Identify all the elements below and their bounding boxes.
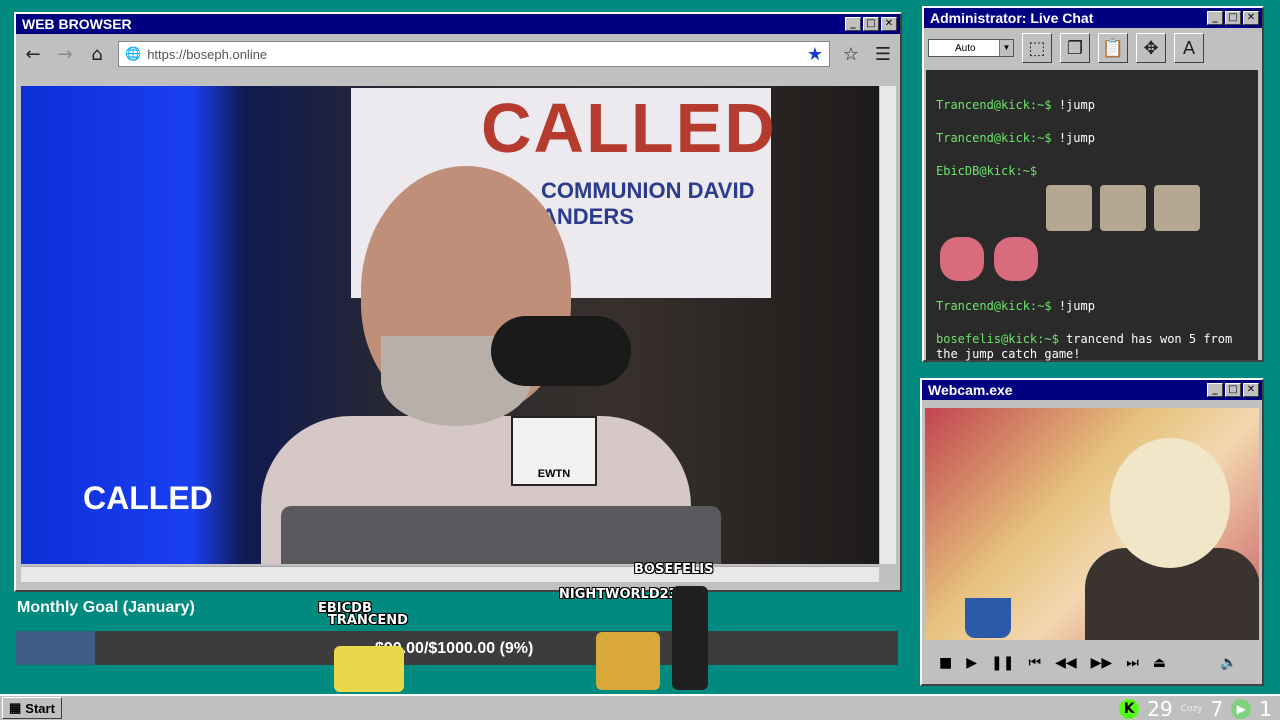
chat-user: EbicDB@kick:~$ [936, 164, 1038, 178]
kick-count: 29 [1147, 697, 1173, 720]
paste-icon[interactable]: 📋 [1098, 33, 1128, 63]
copy-icon[interactable]: ❐ [1060, 33, 1090, 63]
globe-icon: 🌐 [125, 46, 142, 61]
back-icon[interactable]: ← [22, 43, 44, 65]
system-tray: K 29 Cozy 7 ▶ 1 [1119, 696, 1272, 720]
favorite-icon[interactable]: ☆ [840, 43, 862, 65]
browser-window: WEB BROWSER _ □ ✕ ← → ⌂ 🌐 https://boseph… [14, 12, 902, 592]
taskbar: ▦ Start K 29 Cozy 7 ▶ 1 [0, 694, 1280, 720]
player-name: NIGHTWORLD23 [559, 587, 678, 602]
font-icon[interactable]: A [1174, 33, 1204, 63]
skip-forward-icon[interactable]: ⏭ [1126, 655, 1139, 671]
chat-titlebar[interactable]: Administrator: Live Chat _ □ ✕ [924, 8, 1262, 28]
called-logo-badge: CALLED [83, 480, 213, 516]
microphone [491, 316, 631, 386]
url-text: https://boseph.online [147, 46, 268, 62]
chat-message: Trancend@kick:~$ !jump [936, 299, 1248, 314]
windows-logo-icon: ▦ [9, 700, 22, 715]
chat-maximize-button[interactable]: □ [1225, 11, 1241, 25]
video-player[interactable]: CALLED COMMUNION DAVID ANDERS EWTN CALLE… [21, 86, 879, 564]
start-button[interactable]: ▦ Start [2, 697, 62, 719]
fast-forward-icon[interactable]: ▶▶ [1091, 655, 1113, 671]
browser-title: WEB BROWSER [22, 16, 132, 32]
chat-message: bosefelis@kick:~$ trancend has won 5 fro… [936, 332, 1248, 362]
play-icon[interactable]: ▶ [966, 655, 977, 671]
player-name: TRANCEND [328, 613, 408, 628]
chat-window: Administrator: Live Chat _ □ ✕ Auto ▼ ⬚ … [922, 6, 1264, 362]
chat-user: Trancend@kick:~$ [936, 131, 1052, 145]
media-controls: ■ ▶ ❚❚ ⏮ ◀◀ ▶▶ ⏭ ⏏ 🔈 [925, 646, 1259, 680]
cozy-label: Cozy [1180, 704, 1203, 714]
chevron-down-icon[interactable]: ▼ [999, 40, 1013, 56]
pause-icon[interactable]: ❚❚ [991, 655, 1014, 671]
cup [965, 598, 1011, 638]
webcam-feed [925, 408, 1259, 640]
emote-row [1046, 185, 1248, 231]
cozy-count: 7 [1210, 697, 1224, 720]
webcam-title: Webcam.exe [928, 382, 1013, 398]
chat-text: !jump [1058, 131, 1095, 145]
volume-icon[interactable]: 🔈 [1220, 655, 1237, 671]
presenter: EWTN [221, 156, 691, 564]
eject-icon[interactable]: ⏏ [1153, 655, 1166, 671]
browser-navbar: ← → ⌂ 🌐 https://boseph.online ★ ☆ ☰ [16, 34, 900, 74]
chat-message: Trancend@kick:~$ !jump [936, 131, 1248, 146]
rewind-icon[interactable]: ◀◀ [1055, 655, 1077, 671]
chat-message: Trancend@kick:~$ !jump [936, 98, 1248, 113]
other-count: 1 [1259, 697, 1272, 720]
close-button[interactable]: ✕ [881, 17, 897, 31]
webcam-minimize-button[interactable]: _ [1207, 383, 1223, 397]
chat-text: !jump [1058, 299, 1095, 313]
avatar-head [1110, 438, 1230, 568]
chat-title: Administrator: Live Chat [930, 10, 1094, 26]
skip-back-icon[interactable]: ⏮ [1028, 655, 1041, 671]
start-label: Start [25, 700, 55, 716]
stop-icon[interactable]: ■ [939, 655, 952, 671]
pepe-emote-icon [994, 237, 1038, 281]
minimize-button[interactable]: _ [845, 17, 861, 31]
select-icon[interactable]: ⬚ [1022, 33, 1052, 63]
webcam-window: Webcam.exe _ □ ✕ ■ ▶ ❚❚ ⏮ ◀◀ ▶▶ ⏭ ⏏ 🔈 [920, 378, 1264, 686]
chat-user: Trancend@kick:~$ [936, 98, 1052, 112]
animal-sprite-icon [596, 632, 660, 690]
auto-select[interactable]: Auto ▼ [928, 39, 1014, 57]
emote-row [940, 237, 1248, 281]
webcam-maximize-button[interactable]: □ [1225, 383, 1241, 397]
dog-emote-icon [1100, 185, 1146, 231]
dog-emote-icon [1046, 185, 1092, 231]
home-icon[interactable]: ⌂ [86, 43, 108, 65]
goal-title: Monthly Goal (January) [17, 599, 195, 616]
laptop [281, 506, 721, 564]
menu-icon[interactable]: ☰ [872, 43, 894, 65]
auto-select-value: Auto [955, 42, 976, 54]
chat-messages[interactable]: Trancend@kick:~$ !jump Trancend@kick:~$ … [926, 70, 1258, 362]
dog-emote-icon [1154, 185, 1200, 231]
bookmark-star-icon[interactable]: ★ [807, 44, 823, 65]
webcam-close-button[interactable]: ✕ [1243, 383, 1259, 397]
move-icon[interactable]: ✥ [1136, 33, 1166, 63]
goal-progress-fill [16, 631, 96, 665]
vertical-scrollbar[interactable] [880, 86, 896, 564]
browser-titlebar[interactable]: WEB BROWSER _ □ ✕ [16, 14, 900, 34]
chat-close-button[interactable]: ✕ [1243, 11, 1259, 25]
webcam-titlebar[interactable]: Webcam.exe _ □ ✕ [922, 380, 1262, 400]
mic-flag: EWTN [511, 416, 597, 486]
chat-toolbar: Auto ▼ ⬚ ❐ 📋 ✥ A [924, 28, 1262, 68]
pepe-emote-icon [940, 237, 984, 281]
pikachu-sprite-icon [334, 646, 404, 692]
play-circle-icon: ▶ [1231, 699, 1252, 719]
chat-minimize-button[interactable]: _ [1207, 11, 1223, 25]
address-bar[interactable]: 🌐 https://boseph.online ★ [118, 41, 830, 67]
chat-message: EbicDB@kick:~$ [936, 164, 1248, 179]
forward-icon[interactable]: → [54, 43, 76, 65]
chat-text: !jump [1058, 98, 1095, 112]
maximize-button[interactable]: □ [863, 17, 879, 31]
player-name: BOSEFELIS [634, 562, 714, 577]
character-sprite-icon [672, 586, 708, 690]
chat-user: bosefelis@kick:~$ [936, 332, 1059, 346]
horizontal-scrollbar[interactable] [21, 566, 879, 582]
kick-icon: K [1119, 699, 1140, 719]
chat-user: Trancend@kick:~$ [936, 299, 1052, 313]
